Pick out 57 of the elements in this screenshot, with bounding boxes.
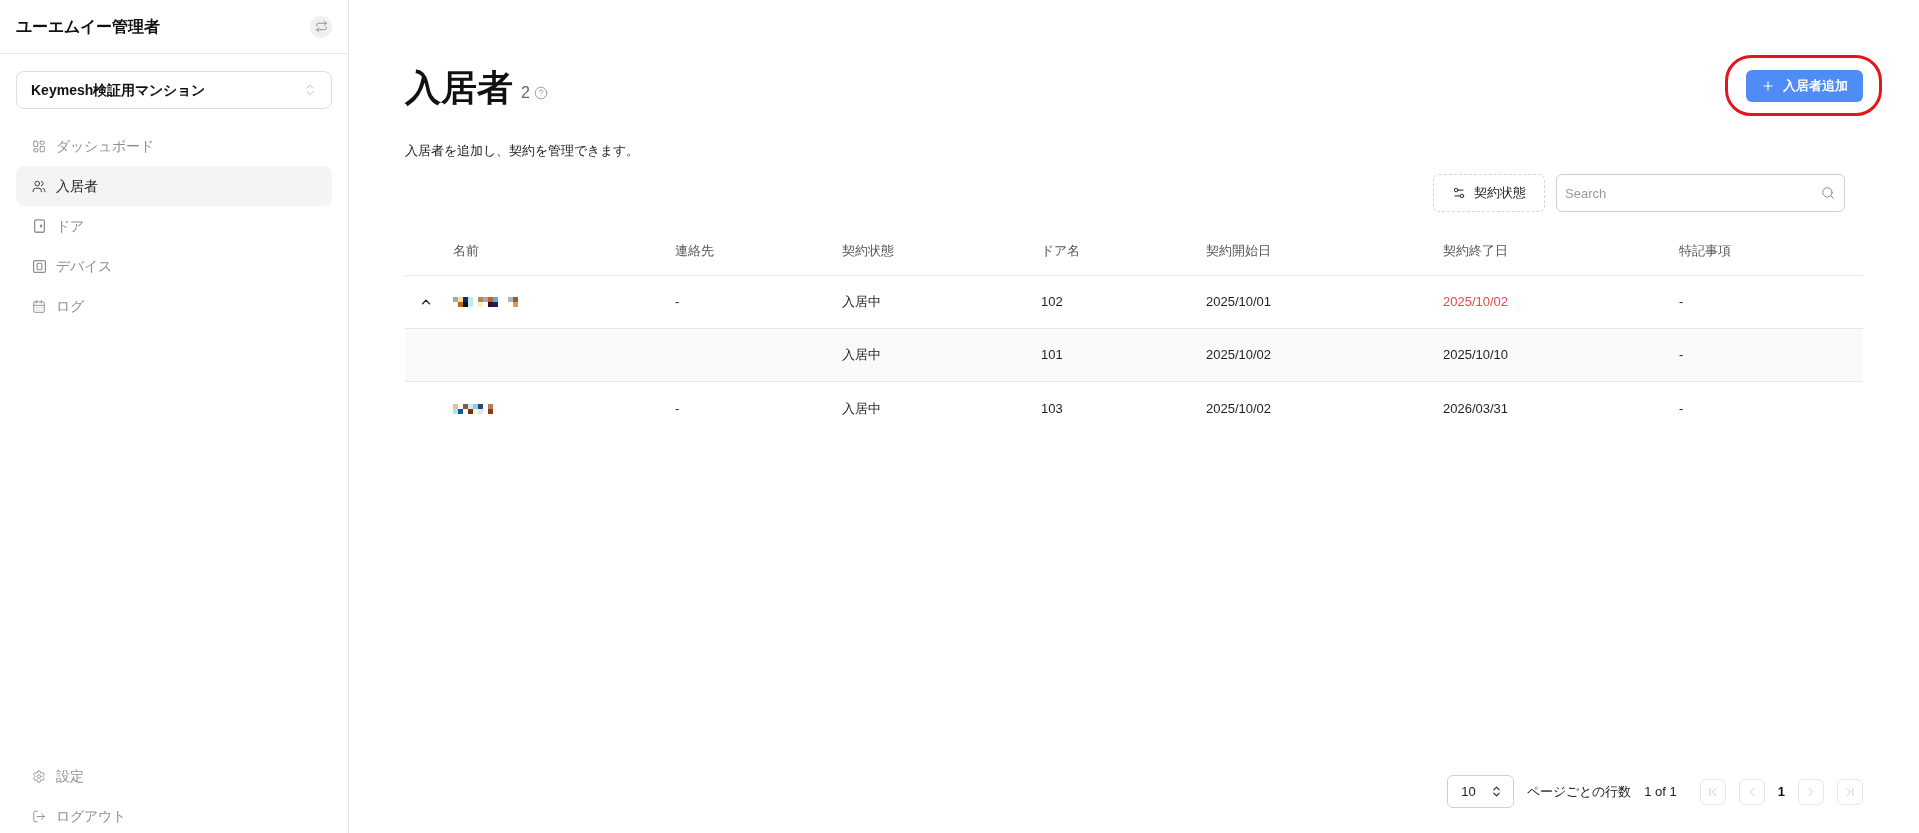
sidebar-footer-item[interactable]: 設定 <box>16 759 332 793</box>
sidebar-footer-item[interactable]: ログアウト <box>16 799 332 833</box>
table-cell: - <box>675 294 680 310</box>
page-title: 入居者 <box>405 66 513 110</box>
column-header: 連絡先 <box>675 242 714 258</box>
table-cell: 入居中 <box>842 347 881 363</box>
add-resident-button[interactable]: 入居者追加 <box>1746 70 1863 102</box>
table-cell: - <box>675 400 680 416</box>
search-field[interactable]: Search <box>1556 174 1845 212</box>
nav-item[interactable]: ダッシュボード <box>16 126 332 166</box>
page-description: 入居者を追加し、契約を管理できます。 <box>405 142 639 160</box>
table-cell: 2025/10/01 <box>1206 294 1272 310</box>
help-icon[interactable] <box>533 86 548 100</box>
property-selector[interactable]: Keymesh検証用マンション <box>16 71 332 109</box>
column-header: ドア名 <box>1041 242 1080 258</box>
table-cell: 103 <box>1041 400 1063 416</box>
calendar-icon <box>32 298 46 314</box>
table-cell: - <box>1679 294 1684 310</box>
sliders-icon <box>1452 186 1466 200</box>
grid-icon <box>32 138 46 154</box>
page-number[interactable]: 1 <box>1777 781 1785 802</box>
table-cell: - <box>1679 347 1684 363</box>
app-title: ユーエムイー管理者 <box>16 16 160 37</box>
column-header: 特記事項 <box>1679 242 1731 258</box>
column-header: 契約状態 <box>842 242 894 258</box>
nav-item[interactable]: 入居者 <box>16 166 332 206</box>
device-icon <box>32 259 46 273</box>
table-cell: 2025/10/02 <box>1206 347 1272 363</box>
table-cell: 2026/03/31 <box>1443 400 1509 416</box>
table-cell: 2025/10/10 <box>1443 347 1509 363</box>
door-icon <box>33 219 45 233</box>
contract-status-filter-button[interactable]: 契約状態 <box>1433 174 1545 212</box>
column-header: 名前 <box>453 242 479 258</box>
swap-arrows-icon <box>314 20 328 33</box>
table-cell: 2025/10/02 <box>1443 294 1509 310</box>
users-icon <box>32 178 46 194</box>
settings-icon <box>32 768 46 784</box>
switch-button[interactable] <box>310 15 332 38</box>
table-cell: 102 <box>1041 294 1063 310</box>
nav-item[interactable]: ログ <box>16 286 332 326</box>
column-header: 契約終了日 <box>1443 242 1508 258</box>
table-cell: 入居中 <box>842 294 881 310</box>
nav-item[interactable]: デバイス <box>16 246 332 286</box>
page-range: 1 of 1 <box>1644 782 1677 801</box>
table-cell: 101 <box>1041 347 1063 363</box>
rows-per-page-label: ページごとの行数 <box>1527 782 1632 801</box>
table-cell: 2025/10/02 <box>1206 400 1272 416</box>
nav-item[interactable]: ドア <box>16 206 332 246</box>
table-cell: 入居中 <box>842 400 881 416</box>
logout-icon <box>32 808 46 824</box>
column-header: 契約開始日 <box>1206 242 1271 258</box>
property-name: Keymesh検証用マンション <box>31 80 206 100</box>
resident-count: 2 <box>521 83 530 103</box>
table-cell: - <box>1679 400 1684 416</box>
plus-icon <box>1761 79 1775 93</box>
search-icon <box>1821 186 1835 200</box>
page-size-select[interactable]: 10 <box>1447 775 1515 808</box>
